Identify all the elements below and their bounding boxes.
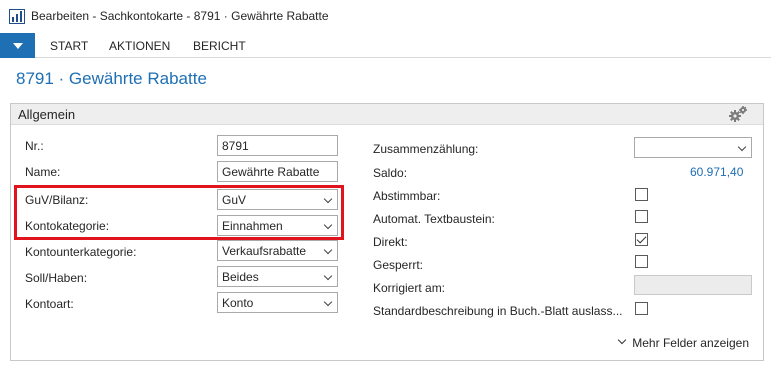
direkt-checkbox[interactable] [635,233,648,246]
gesperrt-checkbox[interactable] [635,255,648,268]
page-title: 8791 · Gewährte Rabatte [16,69,207,88]
window-title: Bearbeiten - Sachkontokarte - 8791 · Gew… [31,9,329,23]
chart-icon [9,9,25,24]
direkt-label: Direkt: [373,235,408,249]
fasttab-title: Allgemein [18,107,76,122]
automat-textbaustein-label: Automat. Textbaustein: [373,212,495,226]
kontounterkategorie-label: Kontounterkategorie: [25,245,137,259]
name-field[interactable]: Gewährte Rabatte [217,161,338,182]
korrigiert-am-field [634,275,752,295]
nr-field[interactable]: 8791 [217,135,338,156]
standardbeschreibung-label: Standardbeschreibung in Buch.-Blatt ausl… [373,304,623,318]
tab-aktionen[interactable]: AKTIONEN [109,39,170,53]
gears-icon[interactable] [727,105,749,124]
tab-bericht[interactable]: BERICHT [193,39,246,53]
abstimmbar-label: Abstimmbar: [373,189,441,203]
kontoart-select[interactable]: Konto [217,292,338,313]
tab-start[interactable]: START [50,39,88,53]
abstimmbar-checkbox[interactable] [635,188,648,201]
nr-label: Nr.: [25,139,44,153]
saldo-value[interactable]: 60.971,40 [690,165,743,179]
saldo-label: Saldo: [373,166,408,180]
caret-down-icon[interactable] [0,33,35,58]
kontoart-label: Kontoart: [25,297,74,311]
standardbeschreibung-checkbox[interactable] [635,302,648,315]
soll-haben-label: Soll/Haben: [25,271,88,285]
highlight-frame [14,185,344,240]
fasttab-header[interactable]: Allgemein [11,104,763,125]
gesperrt-label: Gesperrt: [373,258,424,272]
name-label: Name: [25,165,61,179]
zusammenzaehlung-label: Zusammenzählung: [373,142,479,156]
show-more-fields-link[interactable]: Mehr Felder anzeigen [632,336,749,350]
korrigiert-am-label: Korrigiert am: [373,281,446,295]
ribbon: START AKTIONEN BERICHT [0,33,771,58]
zusammenzaehlung-select[interactable] [634,137,752,158]
automat-textbaustein-checkbox[interactable] [635,210,648,223]
title-bar: Bearbeiten - Sachkontokarte - 8791 · Gew… [0,0,771,33]
soll-haben-select[interactable]: Beides [217,266,338,287]
kontounterkategorie-select[interactable]: Verkaufsrabatte [217,240,338,261]
